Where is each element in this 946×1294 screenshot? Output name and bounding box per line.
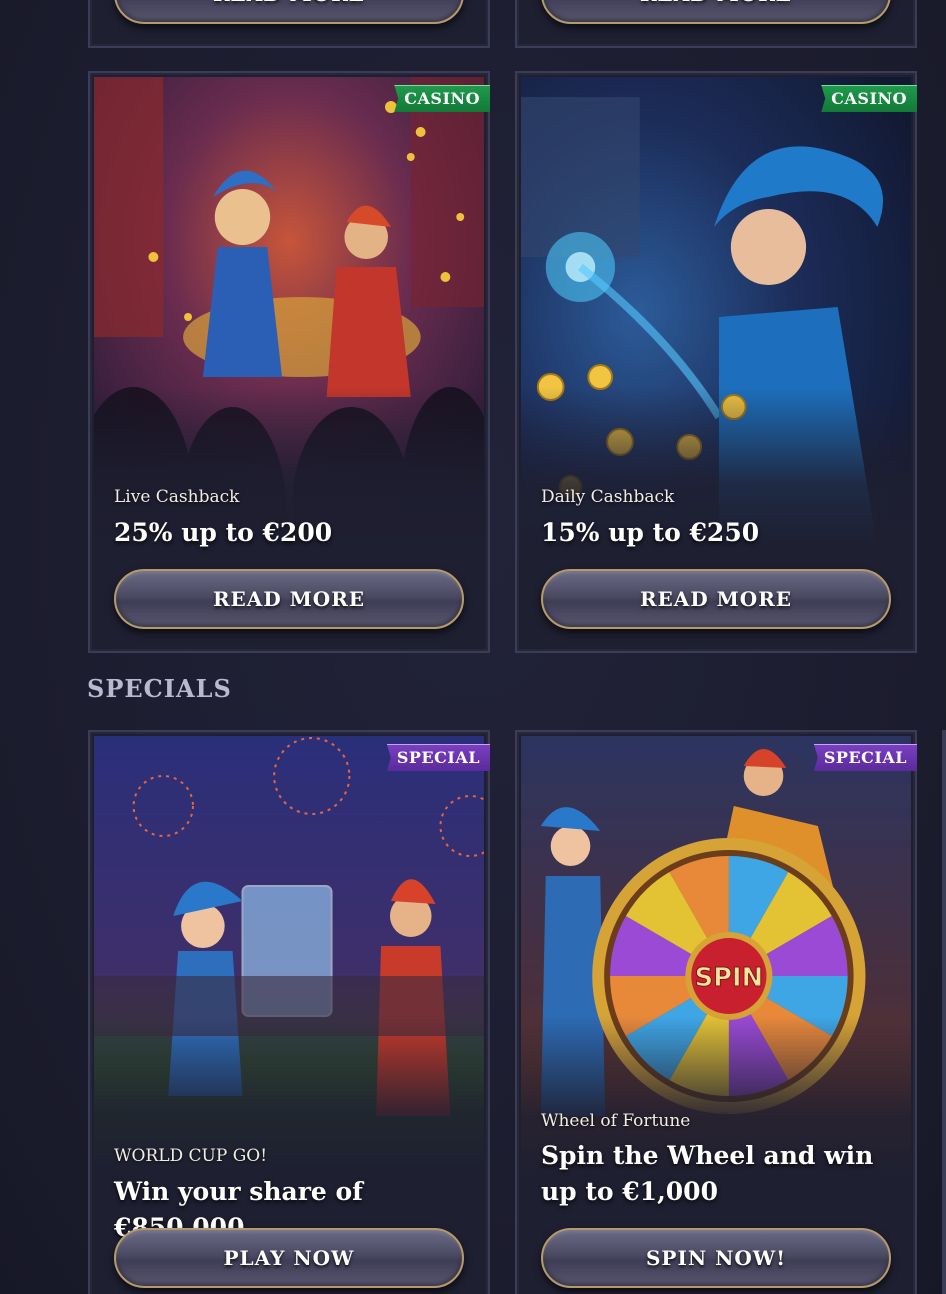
promo-headline: 15% up to €250 — [541, 518, 760, 547]
promo-card-daily-cashback[interactable]: CASINO Daily Cashback 15% up to €250 REA… — [515, 71, 917, 653]
special-badge: SPECIAL — [386, 744, 490, 771]
spin-now-button[interactable]: SPIN NOW! — [541, 1228, 891, 1288]
promo-art-jesters-coins — [94, 77, 484, 547]
casino-badge: CASINO — [394, 85, 490, 112]
promo-art-wheel: SPIN — [521, 736, 911, 1176]
promotions-page: READ MORE READ MORE — [0, 0, 946, 1294]
play-now-button[interactable]: PLAY NOW — [114, 1228, 464, 1288]
next-card-edge — [942, 730, 946, 1294]
promo-subtitle: Daily Cashback — [541, 487, 675, 507]
read-more-button[interactable]: READ MORE — [541, 569, 891, 629]
read-more-button[interactable]: READ MORE — [114, 0, 464, 24]
promo-headline: Spin the Wheel and win up to €1,000 — [541, 1141, 874, 1206]
promo-card-wheel-of-fortune[interactable]: SPIN SPECIAL Wheel of Fortune Spin the W… — [515, 730, 917, 1294]
casino-badge: CASINO — [821, 85, 917, 112]
promo-art-jester-magic — [521, 77, 911, 547]
specials-section-title: SPECIALS — [87, 674, 232, 703]
read-more-button[interactable]: READ MORE — [114, 569, 464, 629]
promo-card-top-right: READ MORE — [515, 0, 917, 48]
promo-headline: 25% up to €200 — [114, 518, 333, 547]
promo-art-world-cup — [94, 736, 484, 1176]
promo-subtitle: WORLD CUP GO! — [114, 1146, 268, 1166]
promo-card-top-left: READ MORE — [88, 0, 490, 48]
special-badge: SPECIAL — [813, 744, 917, 771]
promo-card-live-cashback[interactable]: CASINO Live Cashback 25% up to €200 READ… — [88, 71, 490, 653]
promo-subtitle: Live Cashback — [114, 487, 240, 507]
read-more-button[interactable]: READ MORE — [541, 0, 891, 24]
wheel-spin-label: SPIN — [695, 963, 763, 993]
promo-card-world-cup[interactable]: SPECIAL WORLD CUP GO! Win your share of … — [88, 730, 490, 1294]
promo-subtitle: Wheel of Fortune — [541, 1111, 691, 1131]
